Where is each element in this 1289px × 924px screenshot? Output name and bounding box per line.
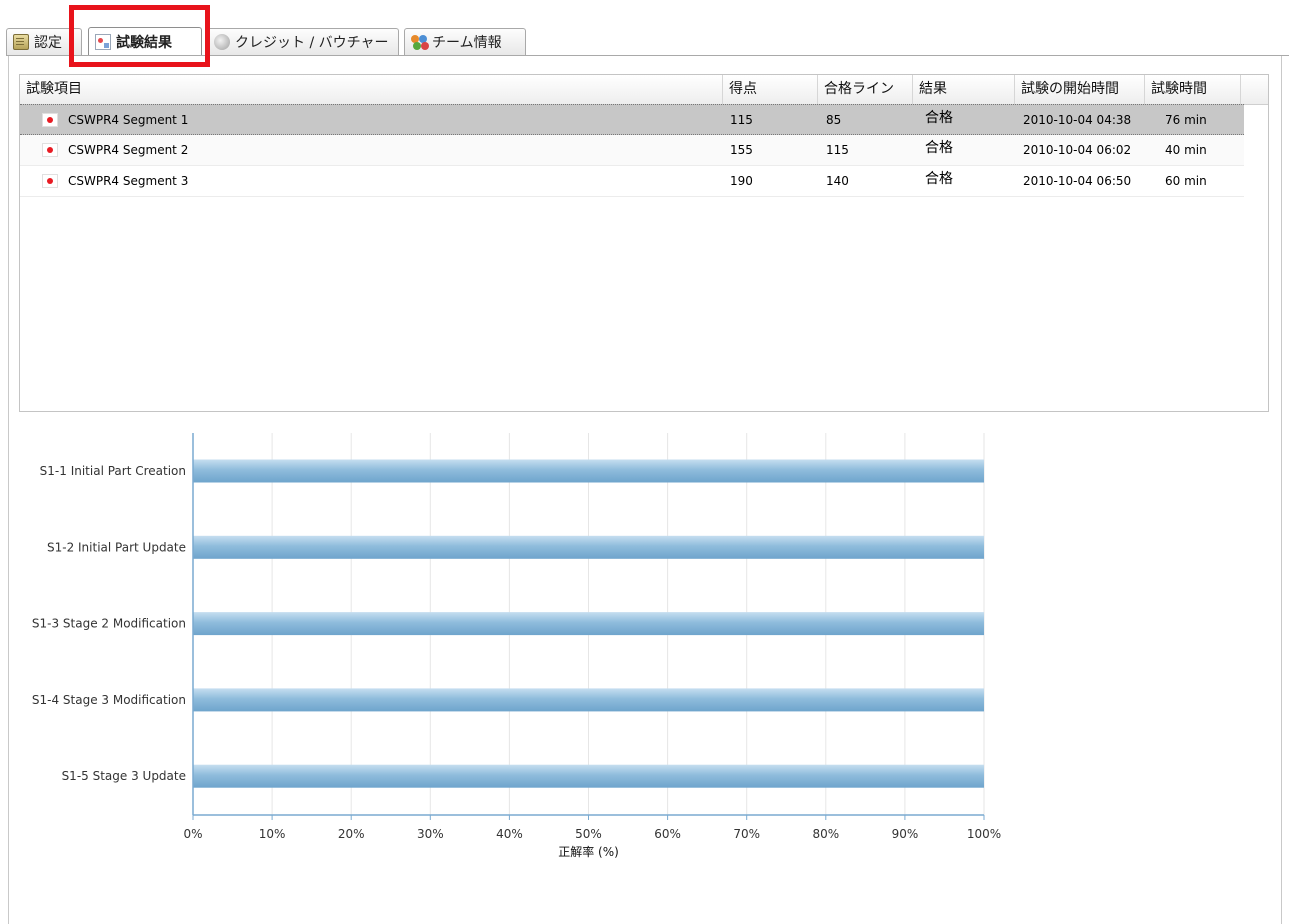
column-header-result[interactable]: 結果 — [913, 75, 1015, 104]
table-row[interactable]: CSWPR4 Segment 2 155 115 合格 2010-10-04 0… — [20, 135, 1244, 166]
x-tick-label: 60% — [654, 827, 681, 841]
tab-exam-results[interactable]: 試験結果 — [88, 27, 202, 56]
category-label: S1-4 Stage 3 Modification — [32, 693, 186, 707]
grid-header: 試験項目 得点 合格ライン 結果 試験の開始時間 試験時間 — [20, 75, 1268, 105]
bar — [193, 535, 984, 559]
duration: 76 min — [1165, 113, 1207, 127]
bar — [193, 612, 984, 636]
exam-name: CSWPR4 Segment 1 — [68, 113, 189, 127]
result: 合格 — [925, 140, 953, 156]
column-header-score[interactable]: 得点 — [723, 75, 818, 104]
x-tick-label: 80% — [812, 827, 839, 841]
column-header-start-time[interactable]: 試験の開始時間 — [1015, 75, 1145, 104]
credit-icon — [214, 34, 230, 50]
start-time: 2010-10-04 06:02 — [1023, 143, 1132, 157]
category-label: S1-3 Stage 2 Modification — [32, 617, 186, 631]
tab-label: クレジット / バウチャー — [235, 35, 389, 51]
tab-label: チーム情報 — [432, 35, 502, 51]
duration: 60 min — [1165, 174, 1207, 188]
x-tick-label: 100% — [967, 827, 1001, 841]
pass-line: 85 — [826, 113, 842, 127]
x-tick-label: 40% — [496, 827, 523, 841]
result: 合格 — [925, 171, 953, 187]
x-tick-label: 90% — [892, 827, 919, 841]
bar — [193, 688, 984, 712]
start-time: 2010-10-04 06:50 — [1023, 174, 1132, 188]
tab-team-info[interactable]: チーム情報 — [404, 28, 526, 55]
x-tick-label: 50% — [575, 827, 602, 841]
team-icon — [411, 34, 427, 50]
status-dot-icon — [42, 113, 58, 127]
column-header-duration[interactable]: 試験時間 — [1145, 75, 1241, 104]
tab-label: 試験結果 — [116, 35, 172, 51]
category-label: S1-1 Initial Part Creation — [40, 464, 186, 478]
x-axis-title: 正解率 (%) — [558, 844, 619, 859]
exam-results-icon — [95, 34, 111, 50]
table-row[interactable]: CSWPR4 Segment 1 115 85 合格 2010-10-04 04… — [20, 104, 1244, 135]
exam-name: CSWPR4 Segment 2 — [68, 143, 189, 157]
x-tick-label: 30% — [417, 827, 444, 841]
exam-name: CSWPR4 Segment 3 — [68, 174, 189, 188]
status-dot-icon — [42, 143, 58, 157]
table-row[interactable]: CSWPR4 Segment 3 190 140 合格 2010-10-04 0… — [20, 166, 1244, 197]
category-label: S1-2 Initial Part Update — [47, 540, 186, 554]
score-rate-bar-chart: 0% 10% 20% 30% 40% 50% 60% 70% 80% 90% 100% S1-1 In… — [32, 433, 1001, 859]
tab-label: 認定 — [34, 35, 62, 51]
score: 190 — [730, 174, 753, 188]
pass-line: 115 — [826, 143, 849, 157]
category-label: S1-5 Stage 3 Update — [62, 769, 186, 783]
status-dot-icon — [42, 174, 58, 188]
bar — [193, 459, 984, 483]
column-header-exam-item[interactable]: 試験項目 — [20, 75, 723, 104]
result: 合格 — [925, 110, 953, 126]
duration: 40 min — [1165, 143, 1207, 157]
start-time: 2010-10-04 04:38 — [1023, 113, 1132, 127]
exam-results-grid: 試験項目 得点 合格ライン 結果 試験の開始時間 試験時間 CSWPR4 Seg… — [19, 74, 1269, 412]
column-header-pass-line[interactable]: 合格ライン — [818, 75, 913, 104]
bar — [193, 764, 984, 788]
tab-certification[interactable]: 認定 — [6, 28, 82, 55]
x-tick-label: 20% — [338, 827, 365, 841]
x-tick-label: 0% — [183, 827, 202, 841]
tab-bar: 認定 試験結果 クレジット / バウチャー チーム情報 — [6, 27, 1289, 56]
certificate-icon — [13, 34, 29, 50]
x-tick-label: 70% — [733, 827, 760, 841]
tab-credit-voucher[interactable]: クレジット / バウチャー — [207, 28, 399, 55]
x-tick-label: 10% — [259, 827, 286, 841]
score: 115 — [730, 113, 753, 127]
pass-line: 140 — [826, 174, 849, 188]
score: 155 — [730, 143, 753, 157]
